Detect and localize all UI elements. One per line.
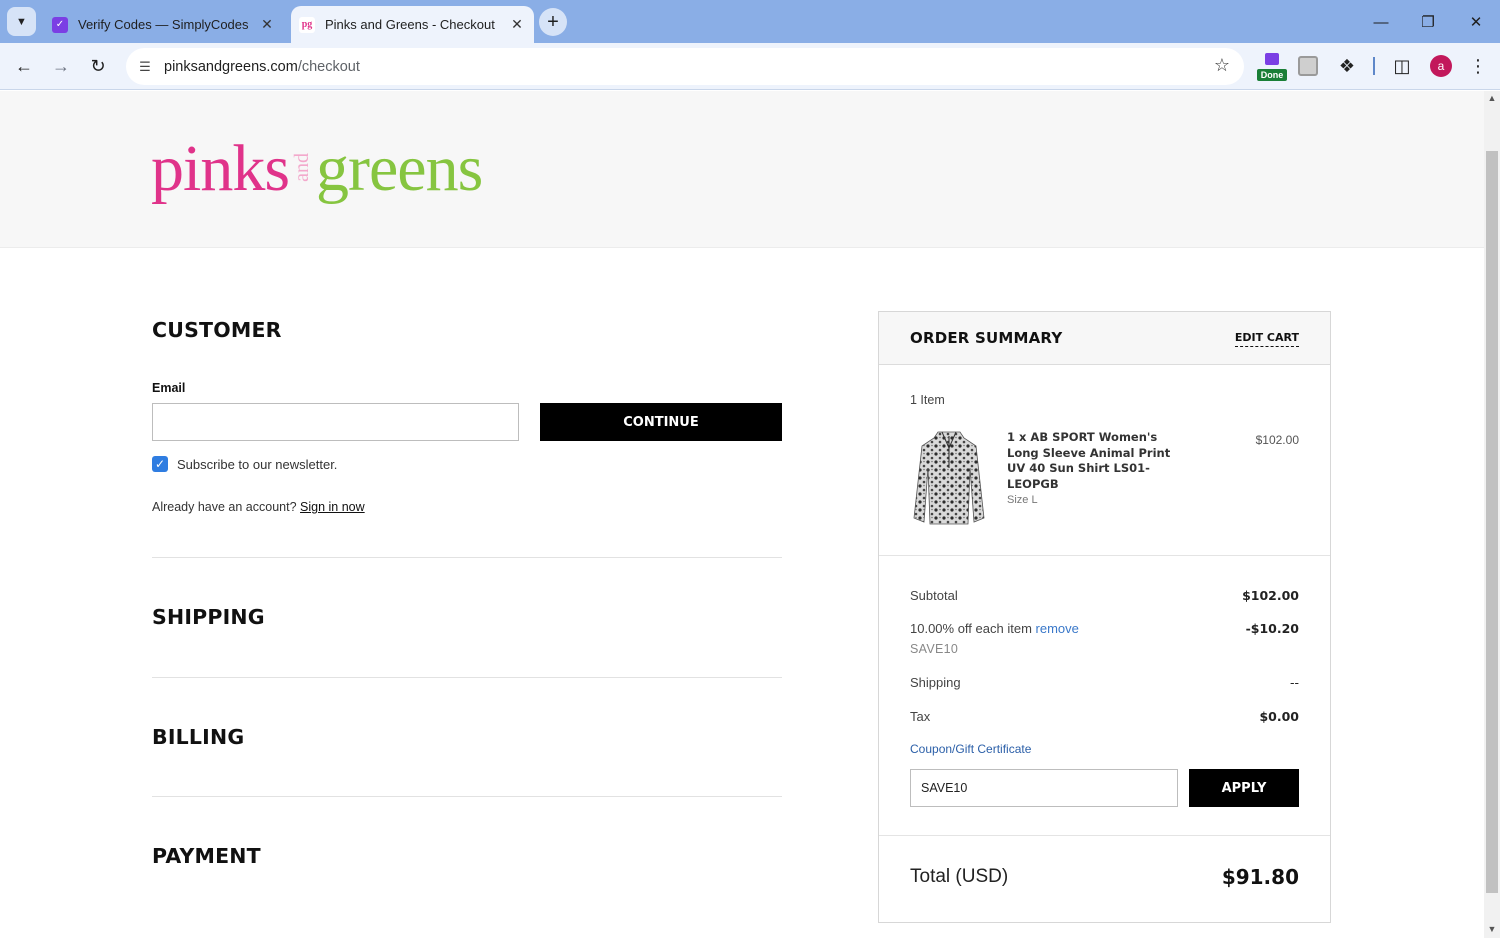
scroll-up-icon[interactable]: ▲ [1484,93,1500,103]
restore-button[interactable]: ❐ [1408,8,1448,36]
address-bar[interactable]: ☰ pinksandgreens.com/checkout ☆ [126,48,1244,85]
restore-icon: ❐ [1421,14,1435,31]
url-path: /checkout [297,58,360,75]
site-logo[interactable]: pinks and greens [151,131,483,211]
newsletter-label: Subscribe to our newsletter. [177,456,338,472]
continue-button[interactable]: CONTINUE [540,403,782,441]
discount-label: 10.00% off each item [910,621,1032,636]
extensions-puzzle-icon[interactable]: ❖ [1335,53,1359,79]
arrow-left-icon: ← [15,55,33,76]
url-host: pinksandgreens.com [164,58,298,75]
site-header: pinks and greens [0,91,1484,248]
new-tab-button[interactable]: + [539,8,567,36]
toolbar-divider [1373,57,1375,75]
scroll-down-icon[interactable]: ▼ [1484,924,1500,934]
discount-line: 10.00% off each item remove [910,621,1079,636]
scrollbar-thumb[interactable] [1486,151,1498,893]
chevron-down-icon: ▼ [16,15,27,28]
browser-toolbar: ← → ↻ ☰ pinksandgreens.com/checkout ☆ Do… [0,43,1500,90]
minimize-icon: — [1373,13,1389,31]
item-count: 1 Item [910,393,945,407]
customer-section-title: CUSTOMER [152,318,282,342]
reload-icon: ↻ [90,55,106,76]
product-thumbnail [913,431,985,525]
newsletter-option[interactable]: ✓ Subscribe to our newsletter. [152,456,337,472]
payment-section-title[interactable]: PAYMENT [152,844,261,868]
extension-icon [1265,53,1279,65]
logo-and: and [291,153,314,182]
total-label: Total (USD) [910,866,1009,887]
account-prompt: Already have an account? Sign in now [152,500,365,514]
minimize-button[interactable]: — [1361,8,1401,36]
subtotal-value: $102.00 [1242,588,1299,603]
close-icon[interactable]: ✕ [508,16,526,33]
summary-divider [879,555,1330,556]
photo-extension-icon[interactable] [1298,56,1318,76]
page-scrollbar[interactable]: ▲ ▼ [1484,91,1500,938]
apply-coupon-button[interactable]: APPLY [1189,769,1299,807]
discount-value: -$10.20 [1245,621,1299,636]
done-badge: Done [1257,69,1287,81]
side-panel-icon[interactable]: ◫ [1390,53,1414,79]
product-price: $102.00 [1255,433,1299,447]
tab-strip: ▼ ✓ Verify Codes — SimplyCodes ✕ pg Pink… [0,0,1500,43]
url-text: pinksandgreens.com/checkout [164,59,360,75]
shipping-value: -- [1289,675,1299,690]
logo-pinks: pinks [151,132,290,205]
arrow-right-icon: → [52,55,70,76]
remove-coupon-link[interactable]: remove [1036,621,1079,636]
newsletter-checkbox[interactable]: ✓ [152,456,168,472]
section-divider [152,557,782,558]
bookmark-star-icon[interactable]: ☆ [1214,55,1230,76]
billing-section-title[interactable]: BILLING [152,725,244,749]
shipping-section-title[interactable]: SHIPPING [152,605,265,629]
product-name: 1 x AB SPORT Women's Long Sleeve Animal … [1007,430,1171,491]
product-size: Size L [1007,494,1038,506]
close-icon: ✕ [1469,14,1483,31]
summary-divider [879,835,1330,836]
profile-avatar[interactable]: a [1430,55,1452,77]
page-viewport: pinks and greens CUSTOMER Email CONTINUE… [0,91,1484,938]
total-value: $91.80 [1221,865,1299,889]
tab-pinks-and-greens[interactable]: pg Pinks and Greens - Checkout ✕ [291,6,534,43]
tab-title: Verify Codes — SimplyCodes [78,17,249,32]
close-icon[interactable]: ✕ [258,16,276,33]
section-divider [152,677,782,678]
kebab-menu-icon[interactable]: ⋮ [1466,53,1490,79]
account-prompt-text: Already have an account? [152,500,297,514]
forward-button[interactable]: → [47,52,75,80]
avatar-initial: a [1437,59,1445,73]
pg-icon: pg [299,16,315,33]
coupon-gift-certificate-link[interactable]: Coupon/Gift Certificate [910,742,1031,756]
coupon-code-input[interactable] [910,769,1178,807]
simplycodes-icon: ✓ [52,16,68,33]
order-summary-title: ORDER SUMMARY [910,329,1063,347]
edit-cart-link[interactable]: EDIT CART [1234,331,1299,347]
back-button[interactable]: ← [10,52,38,80]
subtotal-label: Subtotal [910,588,958,603]
tab-simplycodes[interactable]: ✓ Verify Codes — SimplyCodes ✕ [44,6,284,43]
email-label: Email [152,381,186,395]
simplycodes-extension-button[interactable]: Done [1257,53,1287,81]
tax-value: $0.00 [1259,709,1299,724]
sign-in-link[interactable]: Sign in now [300,500,365,514]
tab-search-button[interactable]: ▼ [7,7,36,36]
reload-button[interactable]: ↻ [84,52,112,80]
section-divider [152,796,782,797]
tax-label: Tax [910,709,931,724]
shipping-label: Shipping [910,675,961,690]
plus-icon: + [547,10,559,33]
order-summary: ORDER SUMMARY EDIT CART 1 Item 1 x AB SP… [878,311,1331,923]
logo-greens: greens [316,132,483,205]
close-window-button[interactable]: ✕ [1456,8,1496,36]
order-summary-header: ORDER SUMMARY EDIT CART [879,312,1330,365]
email-field[interactable] [152,403,519,441]
site-info-icon[interactable]: ☰ [134,59,156,75]
applied-coupon-code: SAVE10 [910,642,959,656]
tab-title: Pinks and Greens - Checkout [325,17,495,32]
